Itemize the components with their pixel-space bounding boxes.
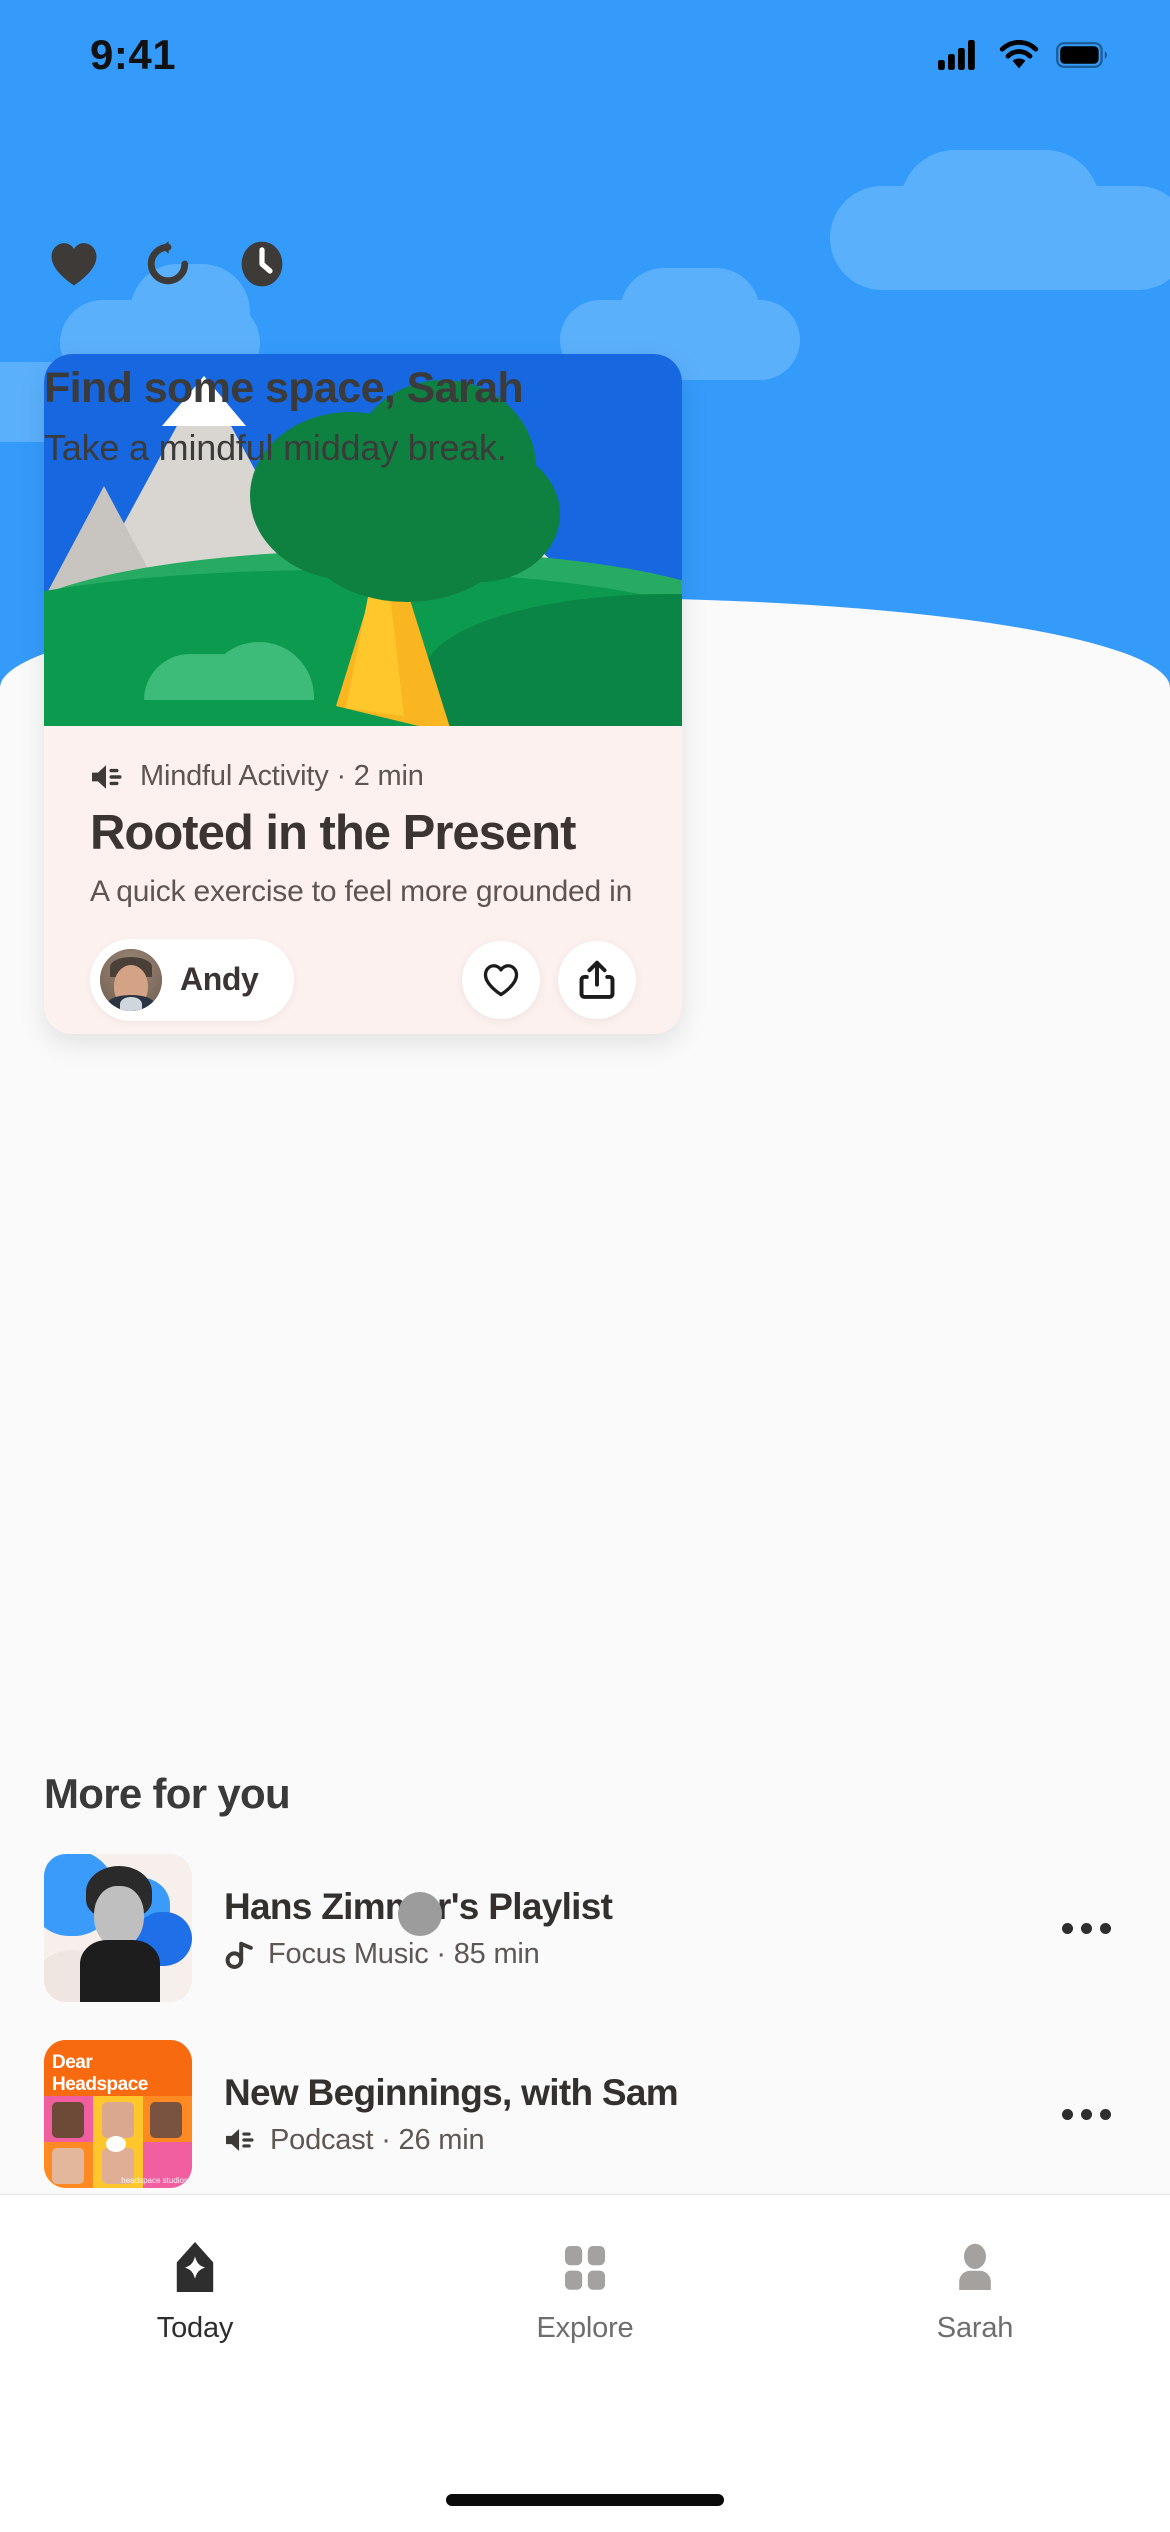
avatar xyxy=(100,948,162,1011)
audio-speaker-icon xyxy=(92,764,122,789)
tab-explore[interactable]: Explore xyxy=(390,2240,780,2345)
dear-headspace-podcast-thumbnail: Dear Headspace headspace studios xyxy=(44,2040,192,2188)
tab-today[interactable]: Today xyxy=(0,2240,390,2345)
list-item-title: New Beginnings, with Sam xyxy=(224,2071,679,2113)
home-sparkle-icon xyxy=(176,2242,214,2292)
grid-icon xyxy=(565,2246,605,2290)
overflow-menu-button[interactable] xyxy=(1046,1888,1126,1968)
card-meta-text: Mindful Activity · 2 min xyxy=(140,760,424,792)
tab-bar: Today Explore Sarah xyxy=(0,2194,1170,2532)
tab-label: Today xyxy=(156,2312,234,2344)
card-meta-row: Mindful Activity · 2 min xyxy=(90,760,636,793)
home-indicator xyxy=(446,2494,724,2506)
battery-icon xyxy=(1056,42,1107,68)
favorite-button[interactable] xyxy=(462,940,540,1019)
more-for-you-list: Hans Zimmer's Playlist Focus Music · 85 … xyxy=(44,1848,1170,2195)
status-bar-time: 9:41 xyxy=(90,31,177,78)
overflow-menu-button[interactable] xyxy=(1046,2074,1126,2154)
card-title: Rooted in the Present xyxy=(90,806,576,860)
loading-indicator xyxy=(398,1892,442,1936)
card-actions xyxy=(462,940,636,1019)
teacher-name: Andy xyxy=(180,961,259,998)
wifi-icon xyxy=(999,40,1039,69)
heart-outline-icon xyxy=(483,963,519,997)
list-item-meta-text: Podcast · 26 min xyxy=(270,2123,485,2156)
list-item-text: New Beginnings, with Sam Podcast · 26 mi… xyxy=(224,2072,1014,2157)
teacher-pill[interactable]: Andy xyxy=(90,938,295,1021)
restore-icon[interactable] xyxy=(142,238,194,290)
person-icon xyxy=(959,2243,991,2290)
heart-icon[interactable] xyxy=(48,238,100,290)
thumbnail-brand-text: headspace studios xyxy=(121,2176,188,2185)
list-item-text: Hans Zimmer's Playlist Focus Music · 85 … xyxy=(224,1886,1014,1971)
cloud-shape xyxy=(620,268,760,356)
list-item-meta: Focus Music · 85 min xyxy=(224,1938,1014,1971)
page-subtitle: Take a mindful midday break. xyxy=(44,427,507,469)
section-title-more-for-you: More for you xyxy=(44,1770,291,1817)
card-body: Mindful Activity · 2 min Rooted in the P… xyxy=(44,726,682,1021)
card-footer: Andy xyxy=(90,938,636,1021)
thumbnail-title-text: Dear Headspace xyxy=(52,2052,148,2095)
status-bar-indicators xyxy=(938,40,1108,70)
tab-label: Sarah xyxy=(936,2312,1014,2344)
status-bar: 9:41 xyxy=(0,0,1170,110)
hans-zimmer-portrait-thumbnail xyxy=(44,1854,192,2002)
clock-icon[interactable] xyxy=(236,238,288,290)
card-description: A quick exercise to feel more grounded i… xyxy=(90,874,636,908)
page-title: Find some space, Sarah xyxy=(44,364,524,412)
list-item-meta-text: Focus Music · 85 min xyxy=(268,1937,540,1970)
tab-profile[interactable]: Sarah xyxy=(780,2240,1170,2345)
list-item[interactable]: Hans Zimmer's Playlist Focus Music · 85 … xyxy=(44,1848,1126,2008)
list-item-title: Hans Zimmer's Playlist xyxy=(224,1885,613,1927)
greeting-block: Find some space, Sarah Take a mindful mi… xyxy=(44,364,744,469)
share-icon xyxy=(579,960,615,999)
audio-speaker-icon xyxy=(226,2128,254,2152)
header-icon-row xyxy=(48,238,288,290)
list-item-meta: Podcast · 26 min xyxy=(224,2124,1014,2157)
cloud-shape xyxy=(900,150,1100,260)
tab-bar-divider xyxy=(0,2194,1170,2195)
tab-label: Explore xyxy=(536,2312,634,2344)
list-item[interactable]: Dear Headspace headspace studios New Beg… xyxy=(44,2034,1126,2194)
cellular-signal-icon xyxy=(938,40,975,70)
share-button[interactable] xyxy=(558,940,636,1019)
music-note-icon xyxy=(225,1941,253,1969)
